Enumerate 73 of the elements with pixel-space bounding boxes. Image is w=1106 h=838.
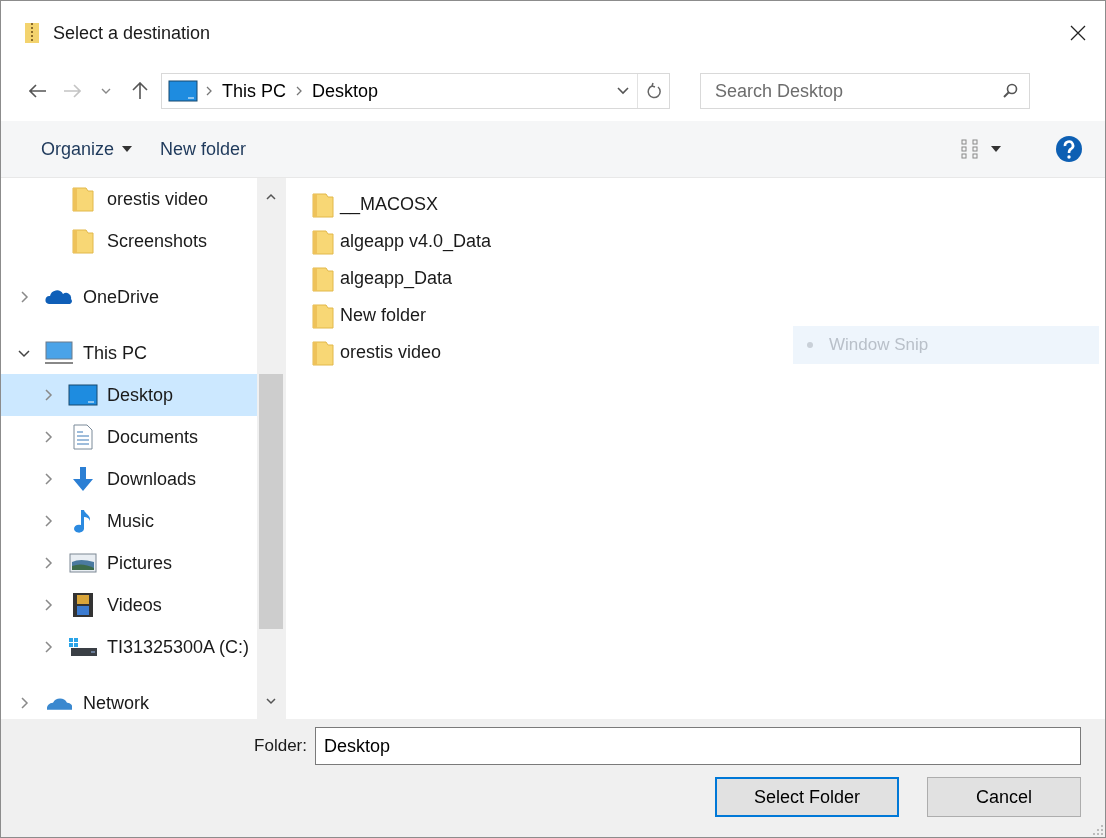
folder-icon xyxy=(72,228,94,254)
folder-icon xyxy=(312,191,334,218)
sidebar-item[interactable]: Videos xyxy=(1,584,257,626)
scrollbar[interactable] xyxy=(257,178,285,719)
dialog-button[interactable]: Cancel xyxy=(927,777,1081,817)
document-icon xyxy=(72,424,94,450)
collapsed-chevron-icon[interactable] xyxy=(43,557,53,569)
scroll-down-icon[interactable] xyxy=(266,697,276,705)
picture-icon xyxy=(69,552,97,574)
file-list-item[interactable]: algeapp_Data xyxy=(312,260,453,297)
resize-grip-icon[interactable] xyxy=(1093,825,1103,835)
sidebar-item[interactable]: orestis video xyxy=(1,178,257,220)
close-icon xyxy=(1069,24,1087,42)
collapsed-chevron-icon[interactable] xyxy=(43,389,53,401)
collapsed-chevron-icon[interactable] xyxy=(43,431,53,443)
refresh-icon xyxy=(645,82,662,100)
file-list-item[interactable]: algeapp v4.0_Data xyxy=(312,223,492,260)
address-bar[interactable]: This PC Desktop xyxy=(161,73,670,109)
forward-arrow-icon xyxy=(63,84,81,98)
sidebar-item[interactable]: Music xyxy=(1,500,257,542)
caret-down-icon xyxy=(991,146,1001,152)
folder-icon xyxy=(72,186,94,212)
collapsed-chevron-icon[interactable] xyxy=(43,599,53,611)
sidebar-item[interactable]: Downloads xyxy=(1,458,257,500)
new-folder-button[interactable]: New folder xyxy=(146,132,261,166)
file-list-item[interactable]: New folder xyxy=(312,297,427,334)
desktop-icon xyxy=(168,80,198,102)
window-title: Select a destination xyxy=(53,22,212,44)
organize-menu[interactable]: Organize xyxy=(27,132,147,166)
desktop-icon xyxy=(68,384,98,406)
sidebar-item[interactable]: Documents xyxy=(1,416,257,458)
sidebar-item[interactable]: Desktop xyxy=(1,374,257,416)
sidebar-item[interactable]: TI31325300A (C:) xyxy=(1,626,257,668)
collapsed-chevron-icon[interactable] xyxy=(43,473,53,485)
caret-down-icon xyxy=(122,146,133,152)
folder-icon xyxy=(312,339,334,366)
collapsed-chevron-icon[interactable] xyxy=(43,641,53,653)
collapsed-chevron-icon[interactable] xyxy=(19,291,29,303)
file-list-item[interactable]: orestis video xyxy=(312,334,442,371)
sidebar-item[interactable]: OneDrive xyxy=(1,276,257,318)
sidebar-item[interactable]: Pictures xyxy=(1,542,257,584)
monitor-icon xyxy=(44,341,74,365)
up-arrow-icon xyxy=(132,82,148,100)
chevron-down-icon xyxy=(617,87,629,95)
back-arrow-icon xyxy=(29,84,47,98)
expanded-chevron-icon[interactable] xyxy=(18,348,30,358)
breadcrumb[interactable]: Desktop xyxy=(306,74,385,108)
dot-icon xyxy=(807,342,813,348)
folder-icon xyxy=(312,302,334,329)
breadcrumb[interactable]: This PC xyxy=(216,74,292,108)
folder-name-field[interactable]: Desktop xyxy=(315,727,1081,765)
collapsed-chevron-icon[interactable] xyxy=(43,515,53,527)
folder-icon xyxy=(312,265,334,292)
folder-zipper-icon xyxy=(25,23,39,43)
help-button[interactable] xyxy=(1055,135,1083,163)
file-list-item[interactable]: __MACOSX xyxy=(312,186,439,223)
folder-label: Folder: xyxy=(254,736,307,756)
sidebar-item[interactable]: Screenshots xyxy=(1,220,257,262)
dialog-button[interactable]: Select Folder xyxy=(715,777,899,817)
down-arrow-icon xyxy=(70,466,96,492)
sidebar-item[interactable]: Network xyxy=(1,682,257,719)
question-mark-icon xyxy=(1055,135,1083,163)
chevron-down-icon xyxy=(101,87,111,95)
scroll-up-icon[interactable] xyxy=(266,192,276,200)
film-icon xyxy=(72,592,94,618)
search-field[interactable]: Search Desktop xyxy=(700,73,1030,109)
cloud-icon xyxy=(45,288,73,306)
folder-icon xyxy=(312,228,334,255)
drive-icon xyxy=(68,637,98,657)
search-icon xyxy=(1002,83,1018,99)
sidebar-item[interactable]: This PC xyxy=(1,332,257,374)
network-icon xyxy=(46,696,72,710)
collapsed-chevron-icon[interactable] xyxy=(19,697,29,709)
